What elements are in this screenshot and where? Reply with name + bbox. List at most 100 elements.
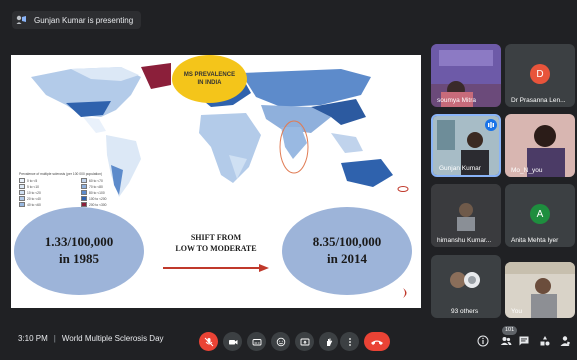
captions-button[interactable] [247,332,266,351]
map-legend: Prevalence of multiple sclerosis (per 10… [19,172,139,207]
avatar-initial: D [536,68,544,80]
legend-label: 0 to <5 [27,178,38,183]
legend-label: 200 to <300 [89,202,107,207]
legend-swatch [19,190,25,195]
participant-name: Anita Mehta Iyer [511,237,559,244]
legend-title: Prevalence of multiple sclerosis (per 10… [19,172,103,176]
legend-label: 10 to <20 [27,190,41,195]
camera-icon [228,339,237,344]
avatar: A [530,204,550,224]
stat-1985: 1.33/100,000 in 1985 [14,207,144,295]
participant-count-badge: 101 [502,326,518,335]
clock-time: 3:10 PM [18,334,48,343]
legend-item: 80 to <100 [81,190,139,195]
legend-item: 100 to <200 [81,196,139,201]
shift-line-2: LOW TO MODERATE [175,243,257,253]
participant-tile[interactable]: himanshu Kumar... [431,184,501,247]
legend-label: 60 to <70 [89,178,103,183]
mic-button[interactable] [199,332,218,351]
chat-button[interactable] [517,334,531,348]
self-tile[interactable]: You [505,262,575,318]
raise-hand-icon [326,338,332,346]
raise-hand-button[interactable] [319,332,338,351]
ms-prevalence-bubble: MS PREVALENCE IN INDIA [172,55,247,103]
chat-icon [519,336,529,346]
legend-grid: 0 to <5 60 to <70 5 to <10 70 to <80 10 to <… [19,178,139,207]
leave-call-button[interactable] [364,332,390,351]
emoji-icon [276,337,285,346]
meeting-info-button[interactable] [476,334,490,348]
participant-name: Gunjan Kumar [439,165,481,172]
legend-label: 70 to <80 [89,184,103,189]
shift-caption: SHIFT FROM LOW TO MODERATE [161,233,271,255]
end-call-icon [371,340,383,345]
participant-tile[interactable]: A Anita Mehta Iyer [505,184,575,247]
stat-2014-year: in 2014 [326,251,368,266]
meeting-details: 3:10 PM | World Multiple Sclerosis Day [18,334,164,343]
bubble-title: MS PREVALENCE IN INDIA [183,71,236,86]
participant-name: soumya Mitra [437,97,477,104]
participant-name: Dr Prasanna Len... [511,97,566,104]
legend-swatch [19,178,25,183]
legend-label: 20 to <40 [27,196,41,201]
people-icon [500,337,512,345]
participant-tile[interactable]: Mo_N_you [505,114,575,177]
legend-swatch [81,178,87,183]
stat-1985-rate: 1.33/100,000 [44,234,114,250]
participant-name: Mo_N_you [511,167,543,174]
present-icon [16,15,28,25]
legend-swatch [81,184,87,189]
host-controls-button[interactable] [558,334,572,348]
bottom-bar: 3:10 PM | World Multiple Sclerosis Day 1… [0,322,577,360]
legend-item: 5 to <10 [19,184,77,189]
legend-label: 5 to <10 [27,184,40,189]
camera-button[interactable] [223,332,242,351]
others-count: 93 others [451,308,479,315]
mic-off-icon [204,337,213,346]
presentation-slide: MS PREVALENCE IN INDIA Prevalence of mul… [11,55,421,308]
shift-line-1: SHIFT FROM [190,233,242,242]
legend-swatch [19,202,25,207]
legend-item: 0 to <5 [19,178,77,183]
more-icon [348,337,351,346]
legend-item: 40 to <60 [19,202,77,207]
activities-icon [540,336,550,346]
others-avatars-icon [450,272,480,288]
participant-tile[interactable]: soumya Mitra [431,44,501,107]
slide-logo-icon [403,288,407,298]
legend-item: 70 to <80 [81,184,139,189]
others-tile[interactable]: 93 others [431,255,501,318]
host-controls-icon [560,336,570,346]
people-button[interactable] [499,334,513,348]
legend-swatch [81,196,87,201]
legend-swatch [19,196,25,201]
speaking-icon [485,119,497,131]
separator: | [53,334,56,343]
participant-name: You [511,308,522,315]
shift-arrow-icon [163,264,269,272]
participant-tile[interactable]: Gunjan Kumar [431,114,501,177]
participant-tile[interactable]: D Dr Prasanna Len... [505,44,575,107]
stat-2014-rate: 8.35/100,000 [312,234,382,250]
legend-item: 200 to <300 [81,202,139,207]
presenter-chip: Gunjan Kumar is presenting [12,11,142,29]
legend-item: 60 to <70 [81,178,139,183]
emoji-button[interactable] [271,332,290,351]
legend-label: 80 to <100 [89,190,105,195]
presenter-text: Gunjan Kumar is presenting [34,15,134,25]
stat-1985-year: in 1985 [58,251,100,266]
avatar: D [530,64,550,84]
top-bar: Gunjan Kumar is presenting [0,0,577,40]
legend-label: 40 to <60 [27,202,41,207]
avatar-initial: A [536,208,544,220]
legend-swatch [81,190,87,195]
legend-item: 10 to <20 [19,190,77,195]
legend-label: 100 to <200 [89,196,107,201]
present-button[interactable] [295,332,314,351]
stat-2014: 8.35/100,000 in 2014 [282,207,412,295]
meeting-title: World Multiple Sclerosis Day [61,334,164,343]
present-screen-icon [300,338,309,345]
activities-button[interactable] [538,334,552,348]
more-options-button[interactable] [340,332,359,351]
legend-swatch [19,184,25,189]
